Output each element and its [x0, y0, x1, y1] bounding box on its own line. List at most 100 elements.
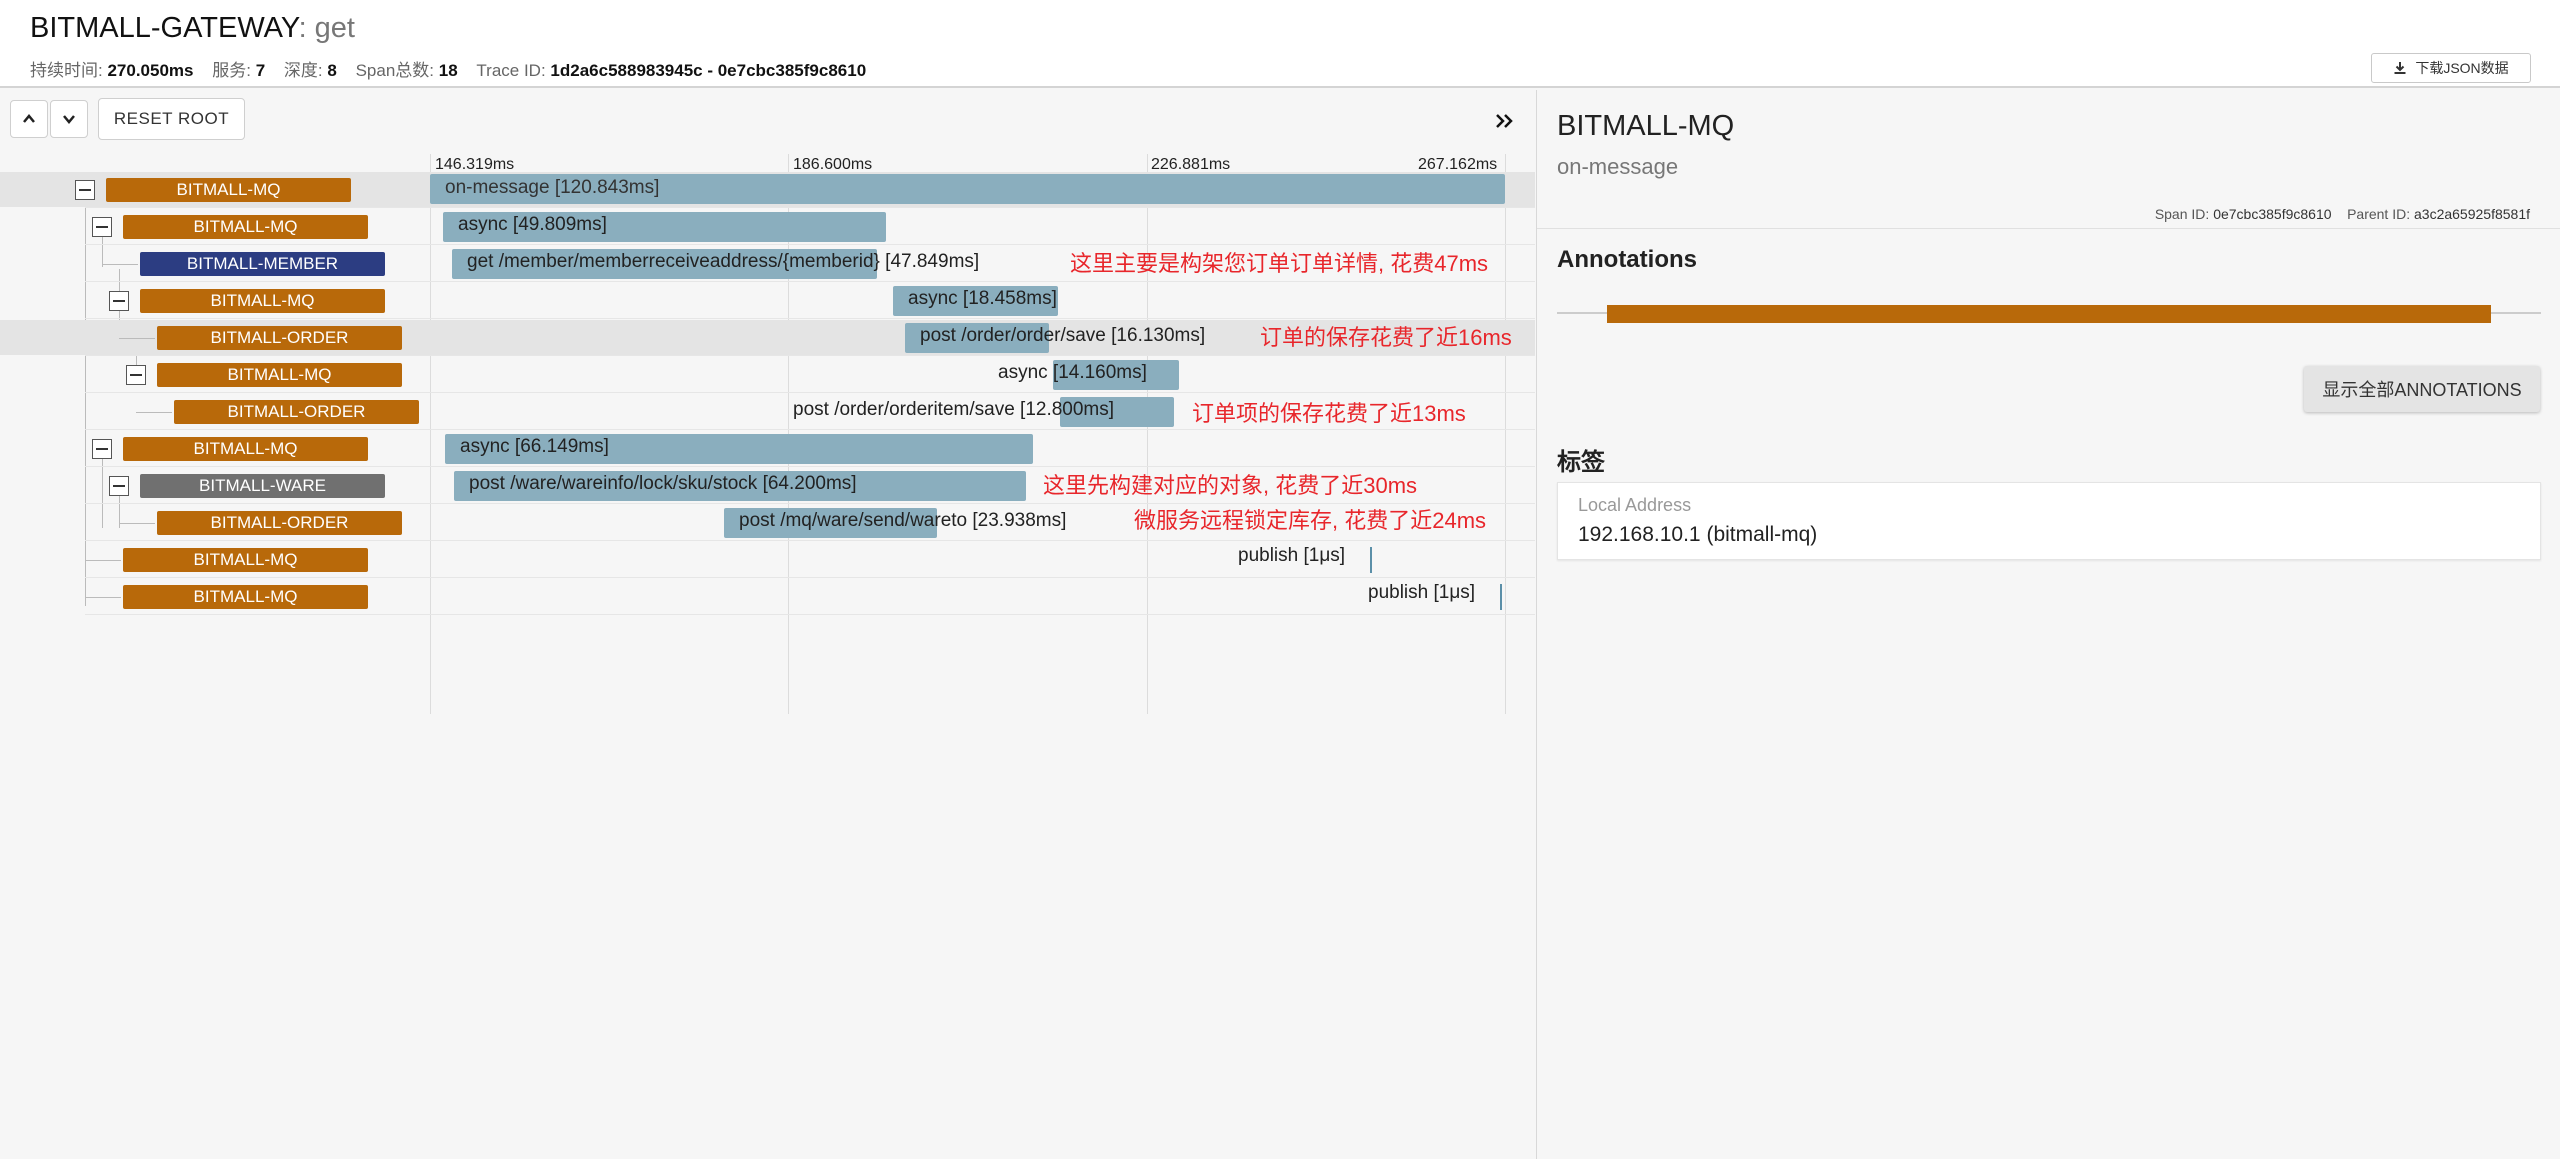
span-row[interactable]: BITMALL-MEMBER get /member/memberreceive…	[0, 246, 1535, 281]
span-label: async [66.149ms]	[460, 436, 609, 457]
double-chevron-right-icon	[1496, 114, 1513, 128]
reset-root-button[interactable]: RESET ROOT	[98, 98, 245, 140]
row-divider	[85, 318, 1535, 319]
download-icon	[2394, 62, 2406, 74]
page-title: BITMALL-GATEWAY: get	[30, 12, 355, 45]
tag-card: Local Address 192.168.10.1 (bitmall-mq)	[1557, 482, 2541, 560]
parent-id-value: a3c2a65925f8581f	[2414, 206, 2530, 222]
service-badge[interactable]: BITMALL-MQ	[123, 215, 368, 239]
collapse-toggle[interactable]	[92, 439, 112, 459]
chevron-up-icon	[23, 114, 35, 123]
row-divider	[85, 577, 1535, 578]
span-row[interactable]: BITMALL-ORDER post /order/order/save [16…	[0, 320, 1535, 355]
collapse-toggle[interactable]	[109, 476, 129, 496]
service-badge[interactable]: BITMALL-MQ	[123, 437, 368, 461]
tag-value: 192.168.10.1 (bitmall-mq)	[1578, 523, 1818, 546]
span-row[interactable]: BITMALL-MQ publish [1μs]	[0, 579, 1535, 614]
services-label: 服务:	[212, 61, 251, 80]
span-row[interactable]: BITMALL-MQ publish [1μs]	[0, 542, 1535, 577]
span-label: post /order/order/save [16.130ms]	[920, 325, 1206, 346]
service-badge[interactable]: BITMALL-WARE	[140, 474, 385, 498]
service-badge[interactable]: BITMALL-MQ	[157, 363, 402, 387]
depth-label: 深度:	[283, 61, 323, 80]
collapse-toggle[interactable]	[92, 217, 112, 237]
annotation-note: 订单的保存花费了近16ms	[1260, 325, 1512, 350]
annotation-note: 订单项的保存花费了近13ms	[1192, 401, 1466, 426]
collapse-up-button[interactable]	[10, 100, 48, 138]
depth-value: 8	[327, 61, 337, 80]
span-row[interactable]: BITMALL-WARE post /ware/wareinfo/lock/sk…	[0, 468, 1535, 503]
span-row[interactable]: BITMALL-MQ on-message [120.843ms]	[0, 172, 1535, 207]
show-all-annotations-button[interactable]: 显示全部ANNOTATIONS	[2304, 366, 2540, 412]
trace-viewer: BITMALL-GATEWAY: get 持续时间: 270.050ms 服务:…	[0, 0, 2560, 1159]
service-badge[interactable]: BITMALL-MQ	[123, 548, 368, 572]
span-id-label: Span ID:	[2154, 206, 2210, 222]
collapse-toggle[interactable]	[126, 365, 146, 385]
duration-value: 270.050ms	[107, 61, 194, 80]
span-id-value: 0e7cbc385f9c8610	[2213, 206, 2332, 222]
row-divider	[85, 355, 1535, 356]
tree-connector	[136, 412, 172, 413]
trace-header: BITMALL-GATEWAY: get 持续时间: 270.050ms 服务:…	[0, 0, 2560, 88]
annotation-span-bar[interactable]	[1607, 305, 2491, 323]
root-operation-name: : get	[298, 12, 355, 44]
span-label: post /mq/ware/send/wareto [23.938ms]	[739, 510, 1067, 531]
expand-down-button[interactable]	[50, 100, 88, 138]
span-label: publish [1μs]	[1238, 545, 1346, 566]
row-divider	[85, 540, 1535, 541]
download-json-label: 下载JSON数据	[2415, 60, 2509, 76]
span-label: async [49.809ms]	[458, 214, 607, 235]
span-row[interactable]: BITMALL-ORDER post /order/orderitem/save…	[0, 394, 1535, 429]
duration-label: 持续时间:	[30, 61, 103, 80]
collapse-toggle[interactable]	[75, 180, 95, 200]
row-divider	[85, 614, 1535, 615]
service-badge[interactable]: BITMALL-MEMBER	[140, 252, 385, 276]
span-bar[interactable]	[1500, 584, 1502, 610]
span-row[interactable]: BITMALL-MQ async [66.149ms]	[0, 431, 1535, 466]
row-divider	[85, 244, 1535, 245]
tree-connector	[102, 264, 138, 265]
timeline-pane: RESET ROOT 146.319ms 186.600ms 226.881ms…	[0, 90, 1535, 1159]
root-service-name: BITMALL-GATEWAY	[30, 12, 299, 44]
span-row[interactable]: BITMALL-MQ async [49.809ms]	[0, 209, 1535, 244]
span-ids: Span ID: 0e7cbc385f9c8610 Parent ID: a3c…	[2155, 206, 2530, 222]
detail-operation-name: on-message	[1557, 154, 1679, 179]
span-label: async [18.458ms]	[908, 288, 1057, 309]
span-label: post /ware/wareinfo/lock/sku/stock [64.2…	[469, 473, 857, 494]
tree-connector	[119, 338, 155, 339]
span-row[interactable]: BITMALL-MQ async [18.458ms]	[0, 283, 1535, 318]
download-json-button[interactable]: 下载JSON数据	[2371, 53, 2531, 83]
annotations-title: Annotations	[1557, 246, 1697, 273]
span-label: publish [1μs]	[1368, 582, 1476, 603]
tree-connector	[85, 560, 121, 561]
service-badge[interactable]: BITMALL-MQ	[106, 178, 351, 202]
service-badge[interactable]: BITMALL-MQ	[123, 585, 368, 609]
annotation-note: 微服务远程锁定库存, 花费了近24ms	[1134, 508, 1487, 533]
service-badge[interactable]: BITMALL-ORDER	[157, 511, 402, 535]
row-divider	[85, 429, 1535, 430]
expand-timeline-button[interactable]	[1490, 108, 1520, 134]
detail-service-name: BITMALL-MQ	[1557, 110, 1735, 142]
trace-stats: 持续时间: 270.050ms 服务: 7 深度: 8 Span总数: 18 T…	[30, 56, 880, 81]
service-badge[interactable]: BITMALL-MQ	[140, 289, 385, 313]
service-badge[interactable]: BITMALL-ORDER	[174, 400, 419, 424]
row-divider	[85, 466, 1535, 467]
trace-id-value: 1d2a6c588983945c - 0e7cbc385f9c8610	[550, 61, 867, 80]
chevron-down-icon	[63, 115, 75, 124]
span-label: get /member/memberreceiveaddress/{member…	[467, 251, 980, 272]
divider	[1537, 228, 2560, 229]
tree-connector	[119, 523, 155, 524]
row-divider	[85, 207, 1535, 208]
span-count-value: 18	[438, 61, 458, 80]
tags-title: 标签	[1557, 449, 1605, 476]
span-bar[interactable]	[1370, 547, 1372, 573]
span-count-label: Span总数:	[355, 61, 435, 80]
span-label: post /order/orderitem/save [12.800ms]	[793, 399, 1115, 420]
tree-connector	[85, 597, 121, 598]
row-divider	[85, 281, 1535, 282]
span-row[interactable]: BITMALL-MQ async [14.160ms]	[0, 357, 1535, 392]
span-row[interactable]: BITMALL-ORDER post /mq/ware/send/wareto …	[0, 505, 1535, 540]
service-badge[interactable]: BITMALL-ORDER	[157, 326, 402, 350]
collapse-toggle[interactable]	[109, 291, 129, 311]
annotation-note: 这里先构建对应的对象, 花费了近30ms	[1043, 473, 1418, 498]
